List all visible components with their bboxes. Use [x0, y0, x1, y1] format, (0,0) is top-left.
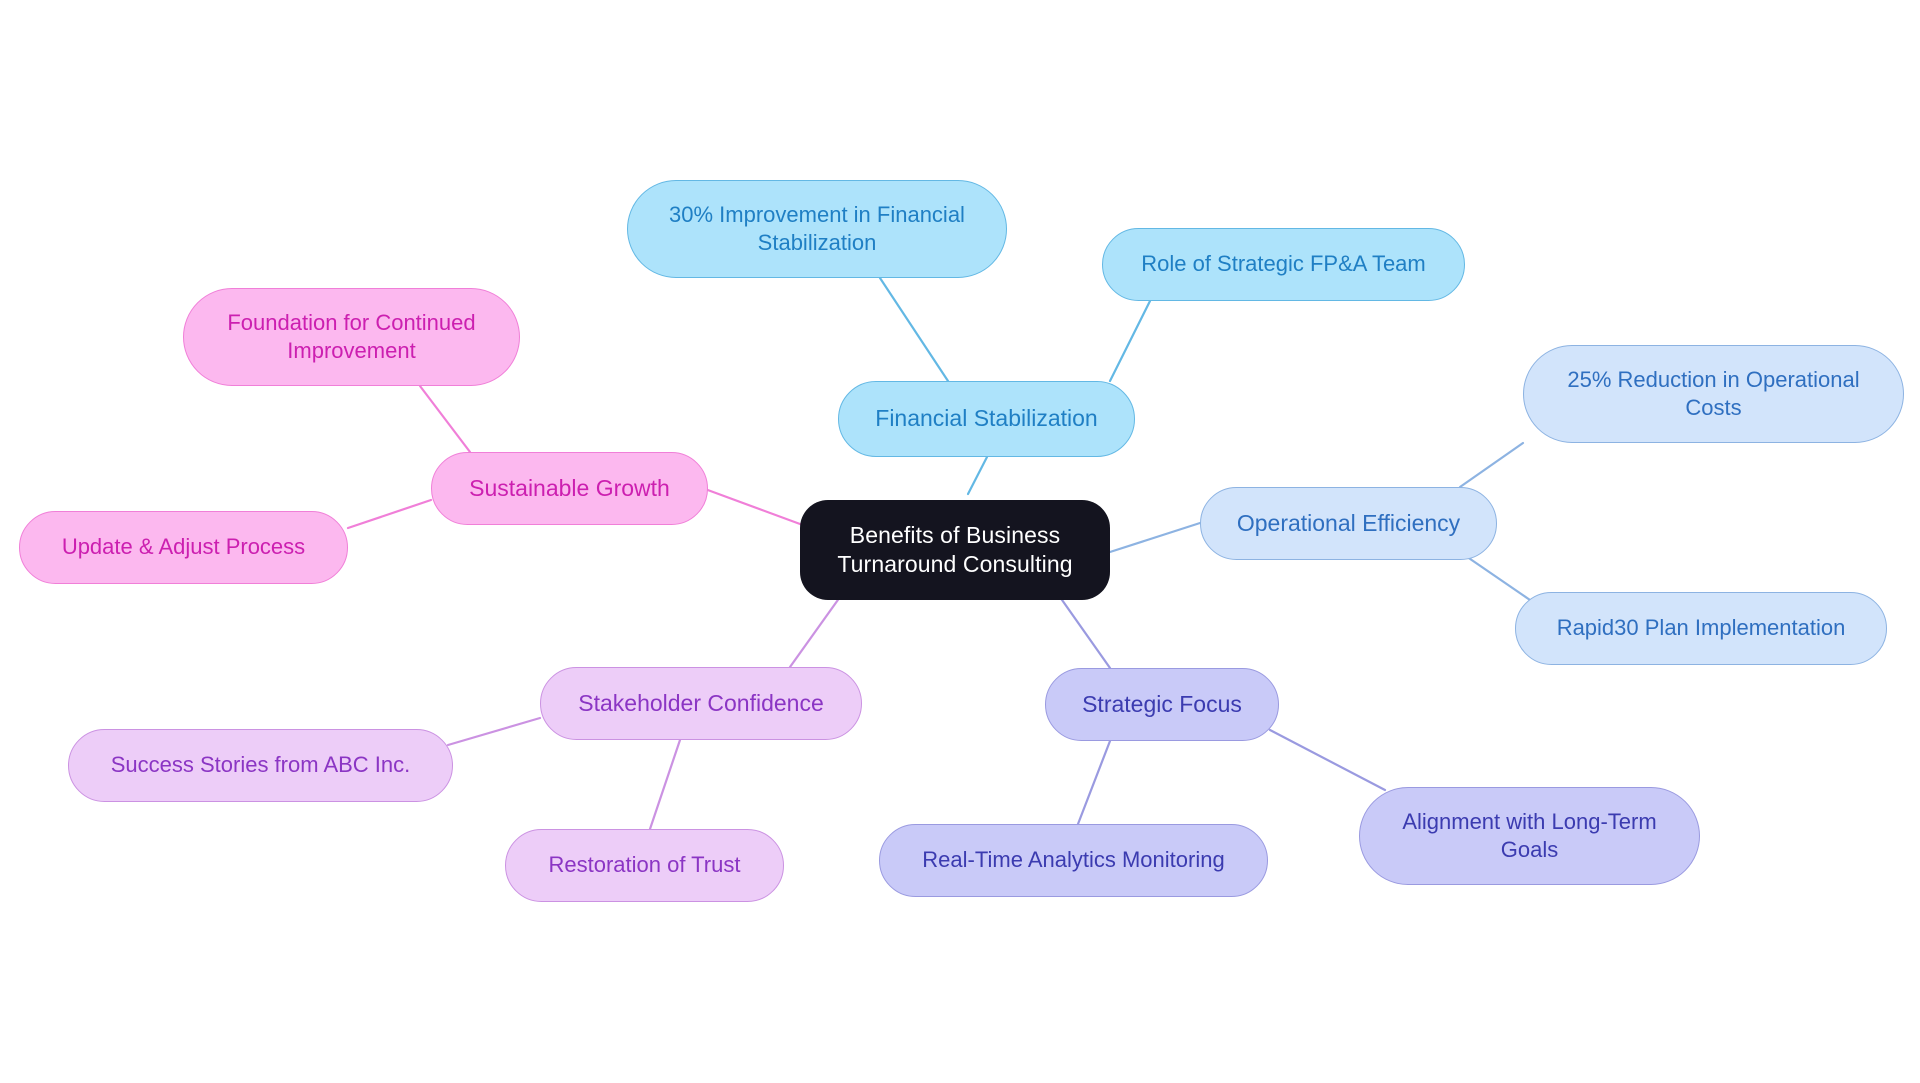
node-label: 25% Reduction in Operational Costs	[1567, 366, 1860, 420]
node-label: Benefits of Business Turnaround Consulti…	[837, 521, 1073, 577]
node-label: Rapid30 Plan Implementation	[1556, 615, 1846, 641]
node-label: Success Stories from ABC Inc.	[110, 752, 411, 778]
edge-financial-fpa	[1108, 299, 1152, 383]
branch-node-strategic-focus[interactable]: Strategic Focus	[1045, 668, 1279, 741]
node-label: Restoration of Trust	[548, 852, 741, 878]
leaf-node-update-adjust-process[interactable]: Update & Adjust Process	[19, 511, 348, 584]
node-label: Financial Stabilization	[875, 405, 1098, 432]
branch-node-stakeholder-confidence[interactable]: Stakeholder Confidence	[540, 667, 862, 740]
node-label: Update & Adjust Process	[61, 534, 306, 560]
node-label: Alignment with Long-Term Goals	[1402, 808, 1657, 862]
edge-financial-improvement	[878, 276, 950, 383]
edge-operational-rapid30	[1458, 550, 1532, 602]
node-label: Role of Strategic FP&A Team	[1141, 251, 1426, 277]
edge-root-stakeholder	[788, 588, 847, 669]
leaf-node-foundation-continued-improvement[interactable]: Foundation for Continued Improvement	[183, 288, 520, 386]
branch-node-financial-stabilization[interactable]: Financial Stabilization	[838, 381, 1135, 457]
node-label: Stakeholder Confidence	[578, 689, 824, 716]
leaf-node-real-time-analytics-monitoring[interactable]: Real-Time Analytics Monitoring	[879, 824, 1268, 897]
edge-sustainable-update	[346, 498, 433, 530]
edge-root-strategic	[1053, 588, 1112, 670]
leaf-node-alignment-long-term-goals[interactable]: Alignment with Long-Term Goals	[1359, 787, 1700, 885]
edge-operational-cost	[1458, 441, 1525, 489]
root-node-root[interactable]: Benefits of Business Turnaround Consulti…	[800, 500, 1110, 600]
edge-stakeholder-success	[446, 716, 542, 747]
mindmap-canvas: Benefits of Business Turnaround Consulti…	[0, 0, 1920, 1083]
edge-strategic-analytics	[1076, 739, 1112, 826]
node-label: Foundation for Continued Improvement	[227, 309, 476, 363]
node-label: Sustainable Growth	[469, 474, 670, 501]
edge-root-financial	[966, 455, 989, 496]
edge-sustainable-foundation	[418, 384, 472, 454]
node-label: Strategic Focus	[1082, 690, 1242, 717]
branch-node-operational-efficiency[interactable]: Operational Efficiency	[1200, 487, 1497, 560]
edge-stakeholder-trust	[648, 738, 682, 831]
leaf-node-cost-reduction-25-percent[interactable]: 25% Reduction in Operational Costs	[1523, 345, 1904, 443]
branch-node-sustainable-growth[interactable]: Sustainable Growth	[431, 452, 708, 525]
node-label: Operational Efficiency	[1236, 509, 1461, 536]
leaf-node-improvement-30-percent[interactable]: 30% Improvement in Financial Stabilizati…	[627, 180, 1007, 278]
leaf-node-success-stories-abc-inc[interactable]: Success Stories from ABC Inc.	[68, 729, 453, 802]
edge-root-sustainable	[703, 487, 802, 526]
edge-strategic-alignment	[1268, 728, 1387, 792]
node-label: 30% Improvement in Financial Stabilizati…	[669, 201, 965, 255]
leaf-node-rapid30-plan-implementation[interactable]: Rapid30 Plan Implementation	[1515, 592, 1887, 665]
leaf-node-strategic-fpa-team[interactable]: Role of Strategic FP&A Team	[1102, 228, 1465, 301]
edge-root-operational	[1108, 521, 1202, 554]
node-label: Real-Time Analytics Monitoring	[922, 847, 1225, 873]
leaf-node-restoration-of-trust[interactable]: Restoration of Trust	[505, 829, 784, 902]
